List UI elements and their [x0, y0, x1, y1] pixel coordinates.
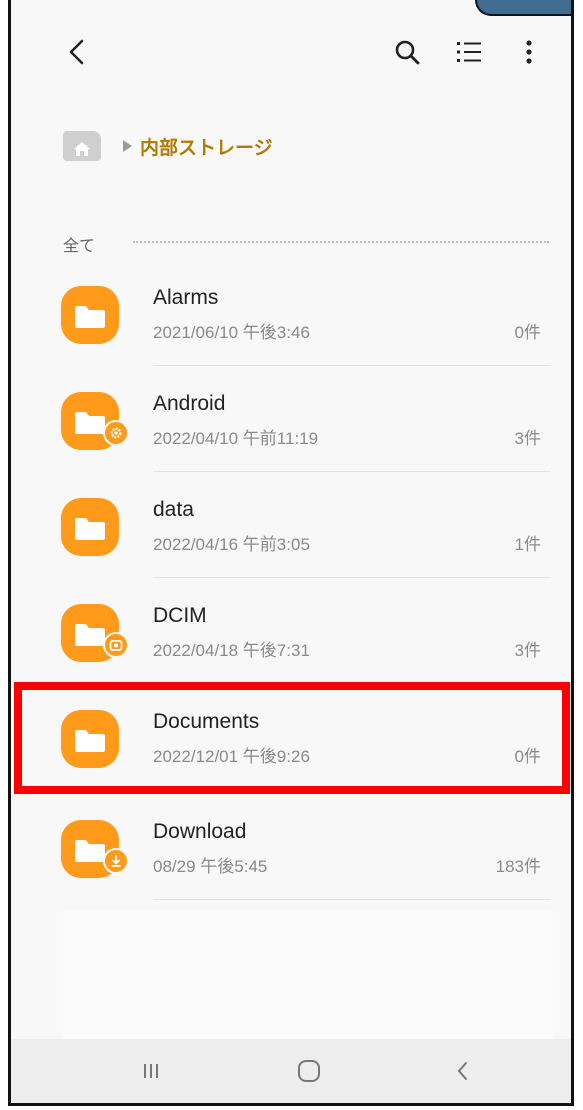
breadcrumb-internal-storage[interactable]: 内部ストレージ: [140, 133, 273, 160]
folder-date: 2022/04/16 午前3:05: [153, 535, 310, 554]
folder-count: 1件: [514, 535, 541, 554]
recent-apps-button[interactable]: [129, 1049, 173, 1093]
divider: [153, 365, 551, 366]
divider: [153, 577, 551, 578]
divider: [153, 471, 551, 472]
download-icon: [111, 855, 121, 867]
list-view-button[interactable]: [447, 30, 491, 74]
breadcrumb-arrow-icon: [123, 140, 132, 152]
section-divider: [133, 241, 549, 243]
folder-count: 3件: [514, 641, 541, 660]
download-badge: [103, 848, 129, 874]
more-options-button[interactable]: [507, 30, 551, 74]
folder-name: data: [153, 498, 194, 521]
folder-count: 3件: [514, 429, 541, 448]
home-nav-button[interactable]: [287, 1049, 331, 1093]
back-button[interactable]: [55, 30, 99, 74]
folder-item-alarms[interactable]: Alarms 2021/06/10 午後3:46 0件: [51, 262, 551, 366]
back-nav-icon: [458, 1062, 467, 1080]
home-button[interactable]: [63, 131, 101, 161]
folder-date: 2022/04/18 午後7:31: [153, 641, 310, 660]
back-arrow-icon: [69, 39, 84, 65]
gear-icon: [110, 427, 122, 439]
file-manager-screen: 内部ストレージ 全て Alarms 2021/06/10 午後3:46 0件 A…: [8, 0, 574, 1106]
folder-name: DCIM: [153, 604, 207, 627]
home-icon: [74, 142, 90, 156]
folder-icon: [61, 286, 119, 344]
folder-count: 0件: [514, 323, 541, 342]
folder-item-data[interactable]: data 2022/04/16 午前3:05 1件: [51, 474, 551, 578]
recent-apps-icon: [144, 1064, 158, 1078]
folder-icon: [61, 498, 119, 556]
divider: [153, 899, 551, 900]
folder-item-dcim[interactable]: DCIM 2022/04/18 午後7:31 3件: [51, 580, 551, 684]
empty-list-area: [63, 910, 553, 1040]
list-view-icon: [457, 42, 481, 62]
folder-date: 2021/06/10 午後3:46: [153, 323, 310, 342]
folder-name: Alarms: [153, 286, 219, 309]
folder-name: Android: [153, 392, 226, 415]
folder-item-download[interactable]: Download 08/29 午後5:45 183件: [51, 796, 551, 900]
folder-item-android[interactable]: Android 2022/04/10 午前11:19 3件: [51, 368, 551, 472]
search-icon: [395, 40, 420, 65]
section-label-all: 全て: [63, 238, 96, 255]
camera-badge: [103, 632, 129, 658]
system-navigation-bar: [11, 1039, 571, 1103]
breadcrumb: 内部ストレージ: [63, 128, 273, 164]
camera-icon: [109, 640, 123, 651]
folder-date: 08/29 午後5:45: [153, 857, 268, 876]
highlight-box: [14, 682, 570, 794]
scrollbar[interactable]: [573, 128, 574, 340]
folder-name: Download: [153, 820, 247, 843]
search-button[interactable]: [385, 30, 429, 74]
folder-count: 183件: [495, 857, 541, 876]
home-nav-icon: [298, 1060, 320, 1082]
more-vert-icon: [526, 40, 532, 64]
top-app-bar: [11, 0, 571, 110]
folder-date: 2022/04/10 午前11:19: [153, 429, 319, 448]
gear-badge: [103, 420, 129, 446]
back-nav-button[interactable]: [441, 1049, 485, 1093]
